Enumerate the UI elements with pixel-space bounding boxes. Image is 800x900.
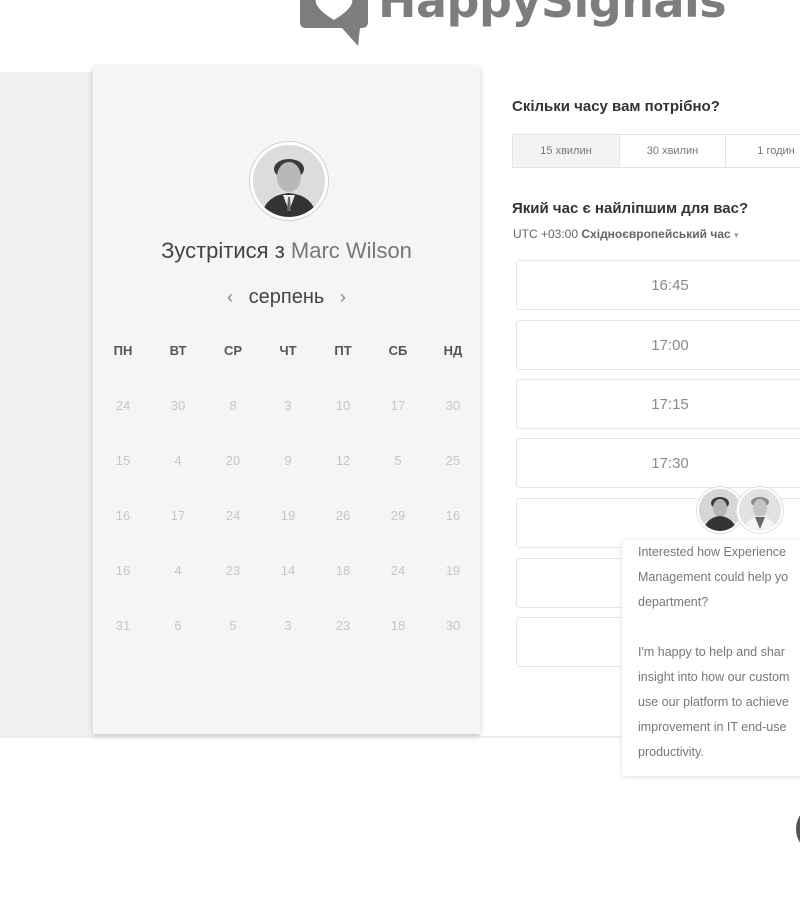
weekday-mon: ПН <box>113 343 133 358</box>
timezone-offset: UTC +03:00 <box>513 227 579 241</box>
prev-month-button[interactable]: ‹ <box>217 287 243 308</box>
calendar-day: 5 <box>394 453 402 468</box>
next-month-button[interactable]: › <box>330 287 356 308</box>
calendar-card: Зустрітися з Marc Wilson ‹ серпень › ПН … <box>93 66 480 734</box>
time-slot[interactable]: 17:00 <box>516 320 800 370</box>
calendar-day: 26 <box>335 508 351 523</box>
calendar-day: 9 <box>284 453 292 468</box>
calendar-day: 30 <box>170 398 186 413</box>
duration-selector: 15 хвилин 30 хвилин 1 годин <box>512 134 800 168</box>
chat-line: I'm happy to help and shar <box>638 645 785 659</box>
speech-bubble-heart-icon <box>300 0 368 46</box>
calendar-day: 4 <box>174 453 182 468</box>
calendar-day: 24 <box>115 398 131 413</box>
calendar-day: 24 <box>390 563 406 578</box>
meeting-title: Зустрітися з Marc Wilson <box>93 238 480 264</box>
calendar-day: 19 <box>445 563 461 578</box>
chevron-down-icon: ▾ <box>734 230 739 240</box>
calendar-day: 8 <box>229 398 237 413</box>
calendar-day: 24 <box>225 508 241 523</box>
chat-line: insight into how our custom <box>638 670 790 684</box>
calendar-day: 30 <box>445 618 461 633</box>
calendar-day: 10 <box>335 398 351 413</box>
calendar-day: 6 <box>174 618 182 633</box>
chat-message: Interested how Experience Management cou… <box>638 540 800 765</box>
calendar-day: 16 <box>115 508 131 523</box>
calendar-day: 31 <box>115 618 131 633</box>
time-question: Який час є найліпшим для вас? <box>512 200 749 217</box>
time-slot-label: 17:00 <box>651 337 689 354</box>
calendar-day: 17 <box>390 398 406 413</box>
duration-option-15[interactable]: 15 хвилин <box>513 135 620 167</box>
chat-line: use our platform to achieve <box>638 695 789 709</box>
calendar-day: 15 <box>115 453 131 468</box>
chat-agent-avatar-icon <box>737 487 783 533</box>
time-slot[interactable]: 16:45 <box>516 260 800 310</box>
duration-option-30[interactable]: 30 хвилин <box>620 135 726 167</box>
chat-line: Interested how Experience <box>638 545 787 559</box>
calendar-day: 5 <box>229 618 237 633</box>
calendar-day: 18 <box>390 618 406 633</box>
duration-question: Скільки часу вам потрібно? <box>512 98 720 115</box>
weekday-thu: ЧТ <box>279 343 297 358</box>
brand-name: HappySignals <box>378 0 727 28</box>
calendar-day: 30 <box>445 398 461 413</box>
calendar-day: 20 <box>225 453 241 468</box>
time-slot-label: 17:30 <box>651 455 689 472</box>
time-slot[interactable]: 17:15 <box>516 379 800 429</box>
month-label: серпень <box>248 286 325 308</box>
duration-option-60[interactable]: 1 годин <box>726 135 800 167</box>
calendar-day: 23 <box>335 618 351 633</box>
weekday-sat: СБ <box>388 343 408 358</box>
weekday-fri: ПТ <box>334 343 352 358</box>
chat-line: department? <box>638 595 709 609</box>
timezone-name: Східноєвропейський час <box>581 227 731 241</box>
time-slot[interactable]: 17:30 <box>516 438 800 488</box>
calendar-day: 25 <box>445 453 461 468</box>
time-slot-label: 17:15 <box>651 396 689 413</box>
calendar-day: 14 <box>280 563 296 578</box>
chat-popup[interactable]: Interested how Experience Management cou… <box>622 540 800 776</box>
chat-line: improvement in IT end-use <box>638 720 787 734</box>
weekday-tue: ВТ <box>169 343 187 358</box>
calendar-day: 12 <box>335 453 351 468</box>
calendar-day: 29 <box>390 508 406 523</box>
meeting-title-prefix: Зустрітися з <box>161 238 285 263</box>
chat-line <box>638 615 800 640</box>
chat-bubble-icon[interactable] <box>796 806 800 852</box>
chat-line: productivity. <box>638 745 704 759</box>
time-slot-label: 16:45 <box>651 277 689 294</box>
month-navigator: ‹ серпень › <box>93 286 480 309</box>
calendar-day: 4 <box>174 563 182 578</box>
calendar-day: 16 <box>115 563 131 578</box>
calendar-day: 3 <box>284 398 292 413</box>
weekday-wed: СР <box>223 343 243 358</box>
weekday-sun: НД <box>443 343 463 358</box>
calendar-day: 16 <box>445 508 461 523</box>
calendar-day: 3 <box>284 618 292 633</box>
timezone-selector[interactable]: UTC +03:00 Східноєвропейський час ▾ <box>513 227 739 241</box>
calendar-day: 19 <box>280 508 296 523</box>
calendar-day: 18 <box>335 563 351 578</box>
calendar-day: 17 <box>170 508 186 523</box>
calendar-day: 23 <box>225 563 241 578</box>
chat-line: Management could help yo <box>638 570 789 584</box>
host-name: Marc Wilson <box>290 238 412 263</box>
user-avatar-icon <box>250 142 328 220</box>
